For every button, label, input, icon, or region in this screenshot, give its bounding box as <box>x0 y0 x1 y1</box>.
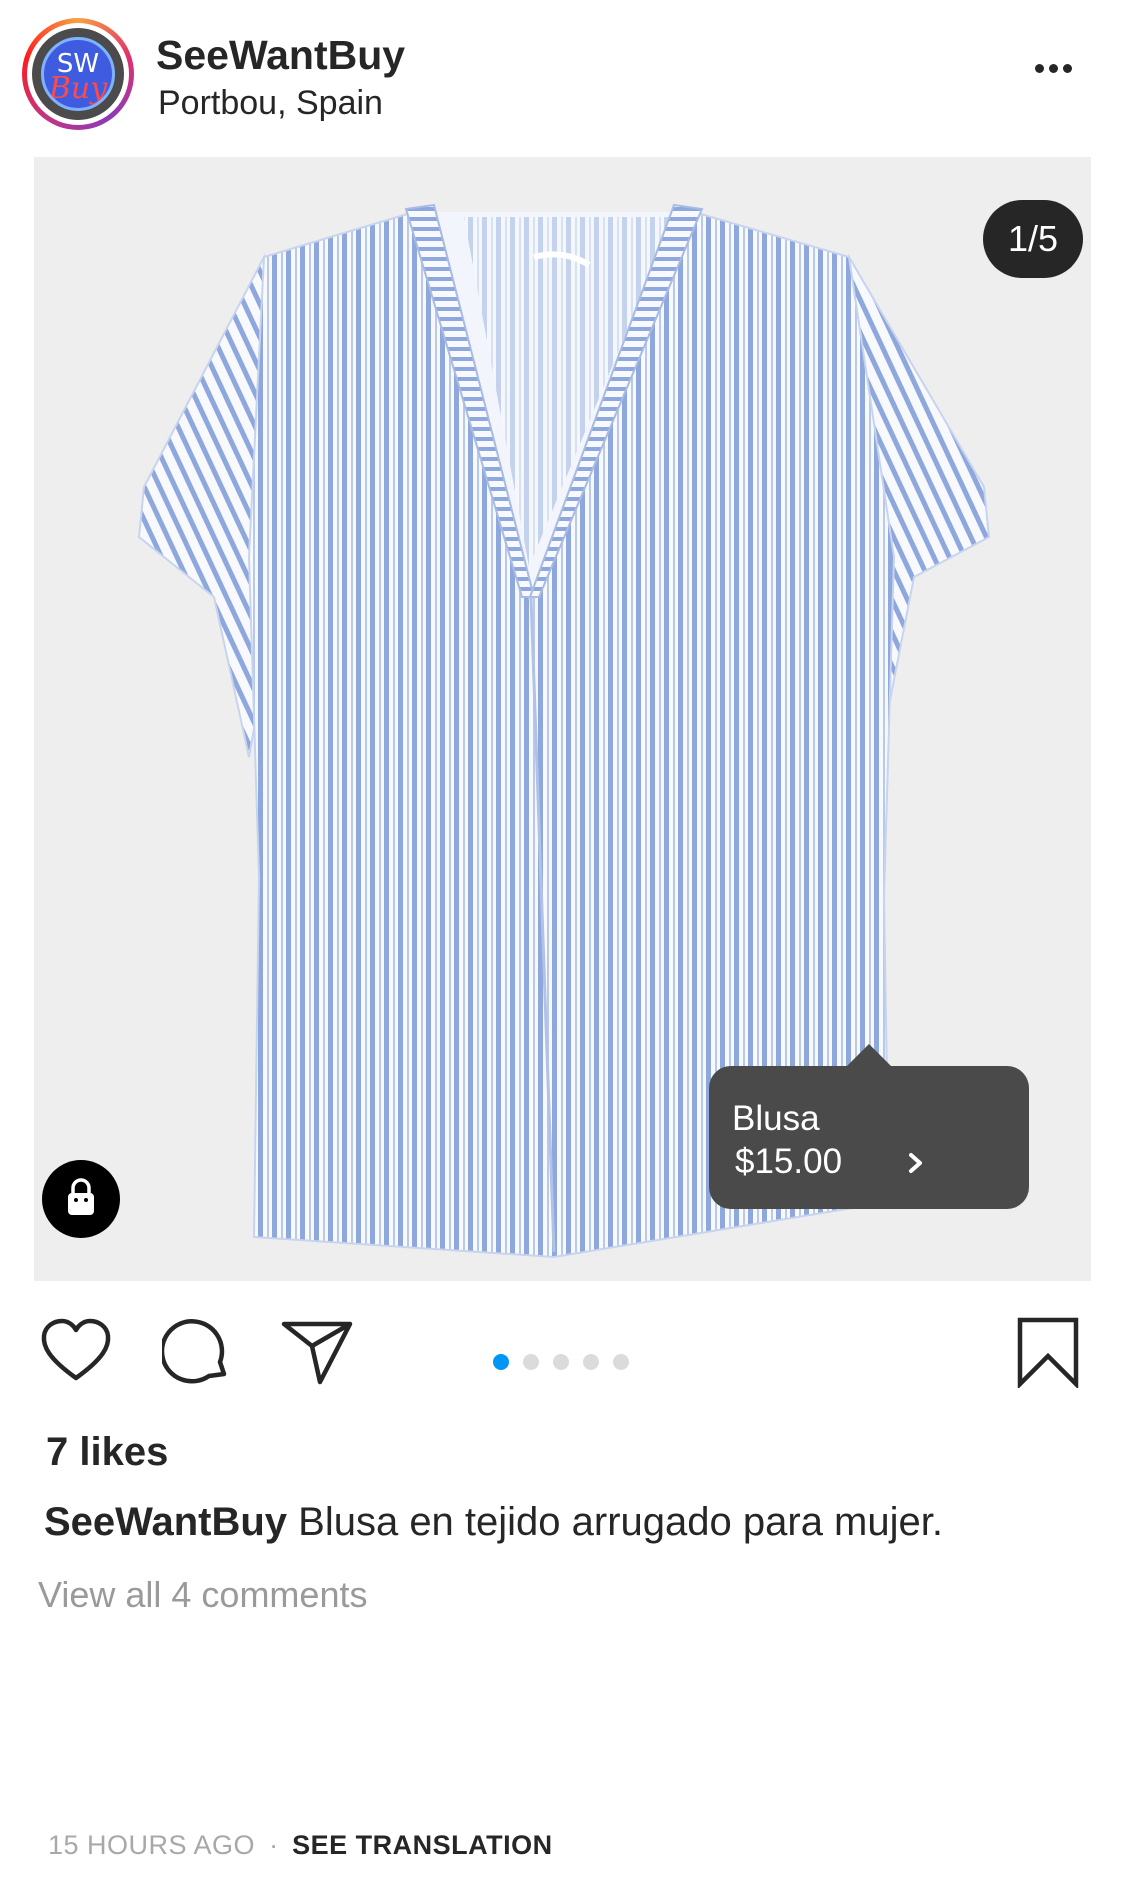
shop-button[interactable] <box>42 1160 120 1238</box>
caption-username[interactable]: SeeWantBuy <box>44 1500 287 1544</box>
product-tag-pointer <box>847 1044 891 1066</box>
post-footer: 15 HOURS AGO · SEE TRANSLATION <box>48 1830 553 1861</box>
avatar-frame: SW Buy <box>32 28 124 120</box>
avatar[interactable]: SW Buy <box>22 18 134 130</box>
product-price: $15.00 <box>735 1142 843 1181</box>
image-counter: 1/5 <box>983 200 1083 278</box>
footer-separator: · <box>269 1830 279 1860</box>
send-icon[interactable] <box>280 1318 354 1388</box>
carousel-dot <box>613 1354 629 1370</box>
view-comments-link[interactable]: View all 4 comments <box>38 1574 367 1616</box>
location[interactable]: Portbou, Spain <box>158 84 383 123</box>
caption: SeeWantBuy Blusa en tejido arrugado para… <box>44 1500 943 1545</box>
carousel-dot <box>523 1354 539 1370</box>
carousel-indicator <box>493 1354 643 1375</box>
more-options-button[interactable] <box>1035 60 1085 90</box>
avatar-logo-text-bottom: Buy <box>48 71 108 106</box>
likes-count[interactable]: 7 likes <box>46 1430 168 1475</box>
more-horizontal-icon <box>1035 60 1077 77</box>
product-name: Blusa <box>732 1099 820 1138</box>
comment-icon[interactable] <box>162 1318 232 1388</box>
avatar-logo: SW Buy <box>41 37 115 111</box>
carousel-dot-active <box>493 1354 509 1370</box>
chevron-right-icon <box>909 1153 922 1173</box>
username[interactable]: SeeWantBuy <box>156 32 405 79</box>
see-translation-link[interactable]: SEE TRANSLATION <box>292 1830 553 1860</box>
post-timestamp: 15 HOURS AGO <box>48 1830 256 1860</box>
product-tag[interactable]: Blusa $15.00 <box>709 1044 1029 1209</box>
carousel-dot <box>583 1354 599 1370</box>
shopping-bag-icon <box>68 1178 94 1215</box>
bookmark-icon[interactable] <box>1016 1316 1080 1388</box>
carousel-dot <box>553 1354 569 1370</box>
caption-text: Blusa en tejido arrugado para mujer. <box>298 1500 943 1544</box>
heart-icon[interactable] <box>40 1318 112 1384</box>
